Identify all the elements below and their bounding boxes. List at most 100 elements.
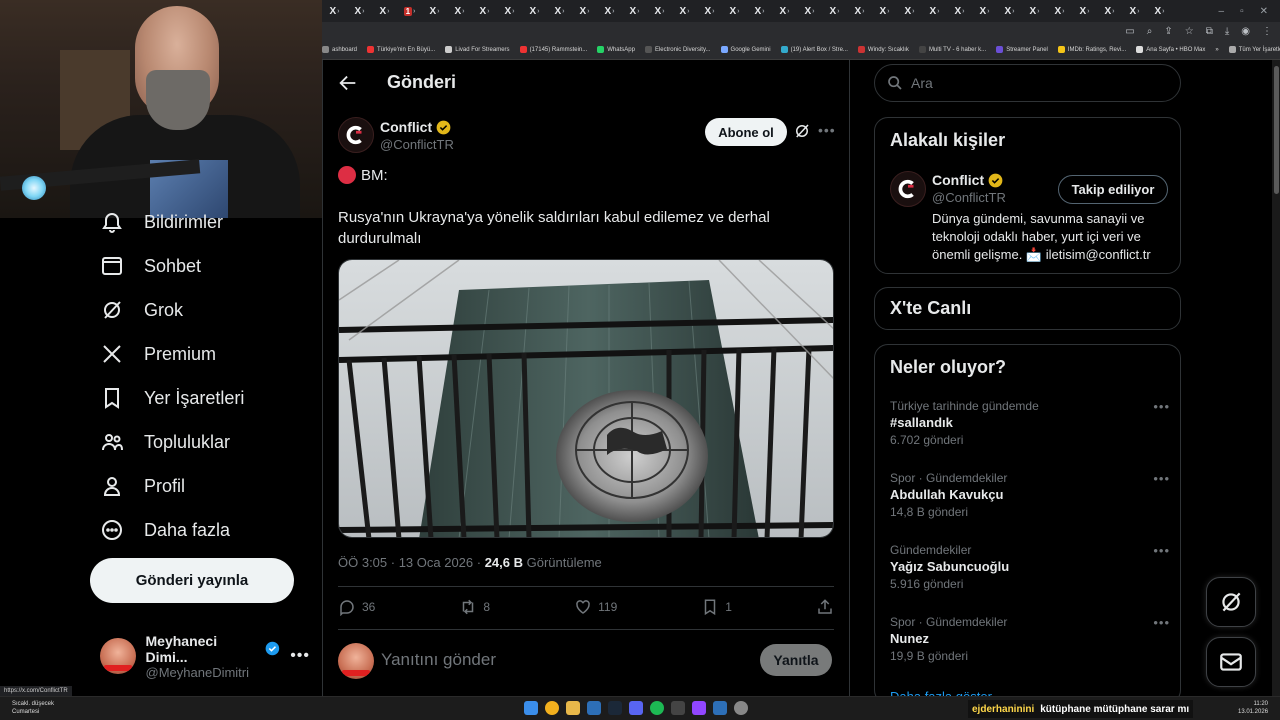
browser-tab[interactable]: X › bbox=[747, 0, 772, 22]
tweet-image[interactable] bbox=[338, 259, 834, 538]
tab-close-icon[interactable]: › bbox=[762, 8, 764, 15]
tab-close-icon[interactable]: › bbox=[1037, 8, 1039, 15]
browser-tab[interactable]: X › bbox=[497, 0, 522, 22]
app-icon[interactable] bbox=[587, 701, 601, 715]
chrome-icon[interactable] bbox=[545, 701, 559, 715]
tab-close-icon[interactable]: › bbox=[462, 8, 464, 15]
nav-item-more[interactable]: Daha fazla bbox=[100, 518, 230, 542]
app-icon[interactable] bbox=[713, 701, 727, 715]
twitch-icon[interactable] bbox=[692, 701, 706, 715]
browser-tab[interactable]: X › bbox=[672, 0, 697, 22]
tab-close-icon[interactable]: › bbox=[362, 8, 364, 15]
browser-tab[interactable]: X › bbox=[772, 0, 797, 22]
reply-input[interactable]: Yanıtını gönder bbox=[381, 650, 496, 670]
browser-tab[interactable]: X › bbox=[722, 0, 747, 22]
browser-tab[interactable]: X › bbox=[372, 0, 397, 22]
system-clock[interactable]: 11:20 13.01.2026 bbox=[1238, 700, 1268, 716]
more-horizontal-icon[interactable]: ••• bbox=[1153, 399, 1170, 414]
tab-close-icon[interactable]: › bbox=[413, 8, 415, 15]
folder-icon[interactable] bbox=[566, 701, 580, 715]
account-switcher[interactable]: Meyhaneci Dimi... @MeyhaneDimitri ••• bbox=[100, 633, 310, 680]
bookmark-item[interactable]: Tüm Yer İşaretleri bbox=[1228, 46, 1280, 53]
grok-floating-button[interactable] bbox=[1206, 577, 1256, 627]
bookmark-item[interactable]: Windy: Sıcaklık bbox=[857, 46, 909, 53]
tab-close-icon[interactable]: › bbox=[562, 8, 564, 15]
browser-tab[interactable]: X › bbox=[547, 0, 572, 22]
steam-icon[interactable] bbox=[608, 701, 622, 715]
nav-item-grok[interactable]: Grok bbox=[100, 298, 183, 322]
tab-close-icon[interactable]: › bbox=[1087, 8, 1089, 15]
grok-icon[interactable] bbox=[793, 122, 811, 140]
tab-close-icon[interactable]: › bbox=[912, 8, 914, 15]
bookmark-item[interactable]: (19) Alert Box / Stre... bbox=[780, 46, 848, 53]
more-horizontal-icon[interactable]: ••• bbox=[290, 647, 310, 665]
spotify-icon[interactable] bbox=[650, 701, 664, 715]
app-icon[interactable] bbox=[734, 701, 748, 715]
related-handle[interactable]: @ConflictTR bbox=[932, 190, 1006, 205]
tab-close-icon[interactable]: › bbox=[1162, 8, 1164, 15]
browser-tab[interactable]: X › bbox=[922, 0, 947, 22]
tab-close-icon[interactable]: › bbox=[662, 8, 664, 15]
bookmark-item[interactable]: ashboard bbox=[322, 46, 357, 53]
tab-close-icon[interactable]: › bbox=[937, 8, 939, 15]
related-name-row[interactable]: Conflict bbox=[932, 172, 1003, 188]
tab-close-icon[interactable]: › bbox=[812, 8, 814, 15]
browser-tab[interactable]: X › bbox=[897, 0, 922, 22]
author-handle[interactable]: @ConflictTR bbox=[380, 137, 454, 152]
bookmark-item[interactable]: Multi TV - 6 haber k... bbox=[918, 46, 986, 53]
tab-close-icon[interactable]: › bbox=[537, 8, 539, 15]
more-horizontal-icon[interactable]: ••• bbox=[818, 122, 836, 138]
messages-floating-button[interactable] bbox=[1206, 637, 1256, 687]
minimize-icon[interactable]: – bbox=[1219, 6, 1225, 17]
discord-icon[interactable] bbox=[629, 701, 643, 715]
share-icon[interactable]: ⇪ bbox=[1164, 26, 1172, 37]
bookmark-item[interactable]: Livad For Streamers bbox=[445, 46, 510, 53]
browser-tab[interactable]: X › bbox=[1072, 0, 1097, 22]
following-button[interactable]: Takip ediliyor bbox=[1058, 175, 1168, 204]
search-box[interactable] bbox=[874, 64, 1181, 102]
more-horizontal-icon[interactable]: ••• bbox=[1153, 543, 1170, 558]
scrollbar-thumb[interactable] bbox=[1274, 66, 1279, 194]
extensions-icon[interactable]: ⧉ bbox=[1206, 26, 1213, 37]
browser-tab[interactable]: X › bbox=[1147, 0, 1172, 22]
browser-tab[interactable]: X › bbox=[872, 0, 897, 22]
tab-close-icon[interactable]: › bbox=[687, 8, 689, 15]
browser-tab[interactable]: X › bbox=[622, 0, 647, 22]
browser-tab[interactable]: X › bbox=[947, 0, 972, 22]
tab-close-icon[interactable]: › bbox=[487, 8, 489, 15]
like-action[interactable]: 119 bbox=[574, 598, 617, 616]
browser-tab[interactable]: X › bbox=[822, 0, 847, 22]
tab-close-icon[interactable]: › bbox=[862, 8, 864, 15]
profile-icon[interactable]: ◉ bbox=[1241, 26, 1250, 37]
tab-close-icon[interactable]: › bbox=[737, 8, 739, 15]
subscribe-button[interactable]: Abone ol bbox=[705, 118, 787, 146]
author-name-row[interactable]: Conflict bbox=[380, 119, 451, 135]
tab-close-icon[interactable]: › bbox=[1112, 8, 1114, 15]
browser-tab[interactable]: X › bbox=[647, 0, 672, 22]
bookmark-item[interactable]: (17145) Rammstein... bbox=[519, 46, 587, 53]
browser-tab[interactable]: 1 › bbox=[397, 0, 422, 22]
tab-close-icon[interactable]: › bbox=[612, 8, 614, 15]
cast-icon[interactable]: ▭ bbox=[1125, 26, 1134, 37]
browser-tab[interactable]: X › bbox=[572, 0, 597, 22]
browser-tab[interactable]: X › bbox=[1047, 0, 1072, 22]
bookmark-item[interactable]: Streamer Panel bbox=[996, 46, 1048, 53]
browser-tab[interactable]: X › bbox=[697, 0, 722, 22]
tab-close-icon[interactable]: › bbox=[787, 8, 789, 15]
tab-close-icon[interactable]: › bbox=[637, 8, 639, 15]
browser-tab[interactable]: X › bbox=[1097, 0, 1122, 22]
x-live-card[interactable]: X'te Canlı bbox=[874, 287, 1181, 330]
reply-button[interactable]: Yanıtla bbox=[760, 644, 832, 676]
tab-close-icon[interactable]: › bbox=[587, 8, 589, 15]
nav-item-chat[interactable]: Sohbet bbox=[100, 254, 201, 278]
browser-tab[interactable]: X › bbox=[472, 0, 497, 22]
post-button[interactable]: Gönderi yayınla bbox=[90, 558, 294, 603]
tab-close-icon[interactable]: › bbox=[437, 8, 439, 15]
browser-tab[interactable]: X › bbox=[797, 0, 822, 22]
trend-item[interactable]: Spor · Gündemdekiler Abdullah Kavukçu 14… bbox=[890, 471, 1170, 519]
retweet-action[interactable]: 8 bbox=[459, 598, 490, 616]
tab-close-icon[interactable]: › bbox=[387, 8, 389, 15]
tab-close-icon[interactable]: › bbox=[1062, 8, 1064, 15]
trend-item[interactable]: Gündemdekiler Yağız Sabuncuoğlu 5.916 gö… bbox=[890, 543, 1170, 591]
bookmark-item[interactable]: IMDb: Ratings, Revi... bbox=[1057, 46, 1126, 53]
